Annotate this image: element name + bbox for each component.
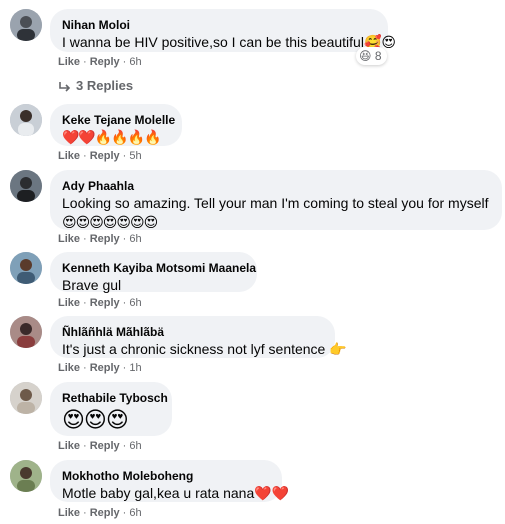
comment-item: Ady Phaahla Looking so amazing. Tell you… <box>10 170 502 250</box>
comment-bubble: Keke Tejane Molelle ❤️❤️🔥🔥🔥🔥 <box>50 104 182 146</box>
pointing-hand-icon: 👉 <box>329 341 347 357</box>
comment-body: I wanna be HIV positive,so I can be this… <box>62 34 364 50</box>
like-button[interactable]: Like <box>58 56 80 68</box>
avatar[interactable] <box>10 316 42 348</box>
comment-bubble: Kenneth Kayiba Motsomi Maanela Brave gul <box>50 252 257 293</box>
like-button[interactable]: Like <box>58 150 80 162</box>
reaction-count: 8 <box>374 49 382 63</box>
comment-body: Looking so amazing. Tell your man I'm co… <box>62 195 489 211</box>
comment-item: Nihan Moloi I wanna be HIV positive,so I… <box>10 9 500 93</box>
comment-actions: Like · Reply · 5h <box>58 150 142 162</box>
reply-button[interactable]: Reply <box>90 297 120 309</box>
comment-time[interactable]: 6h <box>129 507 141 519</box>
comment-emojis: 😍😍😍😍😍😍😍 <box>62 214 158 230</box>
comment-bubble: Ady Phaahla Looking so amazing. Tell you… <box>50 170 502 230</box>
comment-item: Kenneth Kayiba Motsomi Maanela Brave gul… <box>10 252 500 312</box>
comment-author[interactable]: Ady Phaahla <box>62 178 490 194</box>
comment-actions: Like · Reply · 6h <box>58 440 142 452</box>
comment-item: Ñhlãñhlä Mãhlãbä It's just a chronic sic… <box>10 316 500 376</box>
comment-item: Mokhotho Moleboheng Motle baby gal,kea u… <box>10 460 500 522</box>
comment-author[interactable]: Keke Tejane Molelle <box>62 112 175 128</box>
avatar[interactable] <box>10 104 42 136</box>
reaction-badge[interactable]: 😆 8 <box>356 47 387 65</box>
replies-count[interactable]: 3 Replies <box>76 78 133 93</box>
comment-actions: Like · Reply · 6h <box>58 233 142 245</box>
comment-actions: Like · Reply · 1h <box>58 362 142 374</box>
reply-button[interactable]: Reply <box>90 233 120 245</box>
comment-actions: Like · Reply · 6h <box>58 56 142 68</box>
laugh-icon: 😆 <box>359 49 372 63</box>
avatar[interactable] <box>10 9 42 41</box>
comment-body: It's just a chronic sickness not lyf sen… <box>62 341 326 357</box>
avatar[interactable] <box>10 460 42 492</box>
comment-time[interactable]: 5h <box>129 150 141 162</box>
comment-actions: Like · Reply · 6h <box>58 297 142 309</box>
comment-emojis: ❤️❤️🔥🔥🔥🔥 <box>62 129 162 145</box>
comment-bubble: Rethabile Tybosch 😍😍😍 <box>50 382 172 436</box>
comment-author[interactable]: Ñhlãñhlä Mãhlãbä <box>62 324 323 340</box>
reply-button[interactable]: Reply <box>90 440 120 452</box>
view-replies-link[interactable]: 3 Replies <box>58 78 133 93</box>
comment-time[interactable]: 6h <box>129 297 141 309</box>
comment-author[interactable]: Rethabile Tybosch <box>62 390 168 406</box>
like-button[interactable]: Like <box>58 440 80 452</box>
comment-item: Rethabile Tybosch 😍😍😍 Like · Reply · 6h <box>10 382 500 452</box>
reply-arrow-icon <box>59 81 71 92</box>
like-button[interactable]: Like <box>58 507 80 519</box>
comment-author[interactable]: Mokhotho Moleboheng <box>62 468 270 484</box>
comment-item: Keke Tejane Molelle ❤️❤️🔥🔥🔥🔥 Like · Reply ·… <box>10 104 500 164</box>
like-button[interactable]: Like <box>58 233 80 245</box>
avatar[interactable] <box>10 382 42 414</box>
comment-bubble: Ñhlãñhlä Mãhlãbä It's just a chronic sic… <box>50 316 347 359</box>
reply-button[interactable]: Reply <box>90 56 120 68</box>
comment-author[interactable]: Nihan Moloi <box>62 17 376 33</box>
avatar[interactable] <box>10 252 42 284</box>
reply-button[interactable]: Reply <box>90 150 120 162</box>
comment-text: It's just a chronic sickness not lyf sen… <box>62 340 347 359</box>
like-button[interactable]: Like <box>58 297 80 309</box>
comment-body: Motle baby gal,kea u rata nana <box>62 485 255 501</box>
comment-emojis: 😍😍😍 <box>62 407 129 432</box>
comment-author[interactable]: Kenneth Kayiba Motsomi Maanela <box>62 260 256 276</box>
comment-emojis: ❤️❤️ <box>254 485 290 501</box>
comment-body: Brave gul <box>62 277 122 293</box>
comment-time[interactable]: 6h <box>129 233 141 245</box>
comment-time[interactable]: 6h <box>129 440 141 452</box>
like-button[interactable]: Like <box>58 362 80 374</box>
comment-actions: Like · Reply · 6h <box>58 507 142 519</box>
comment-text: Motle baby gal,kea u rata nana❤️❤️ <box>62 484 289 503</box>
reply-button[interactable]: Reply <box>90 507 120 519</box>
reply-button[interactable]: Reply <box>90 362 120 374</box>
comment-bubble: Mokhotho Moleboheng Motle baby gal,kea u… <box>50 460 289 503</box>
comment-time[interactable]: 6h <box>129 56 141 68</box>
comment-time[interactable]: 1h <box>129 362 141 374</box>
comment-bubble: Nihan Moloi I wanna be HIV positive,so I… <box>50 9 396 52</box>
avatar[interactable] <box>10 170 42 202</box>
comment-text: I wanna be HIV positive,so I can be this… <box>62 33 396 52</box>
